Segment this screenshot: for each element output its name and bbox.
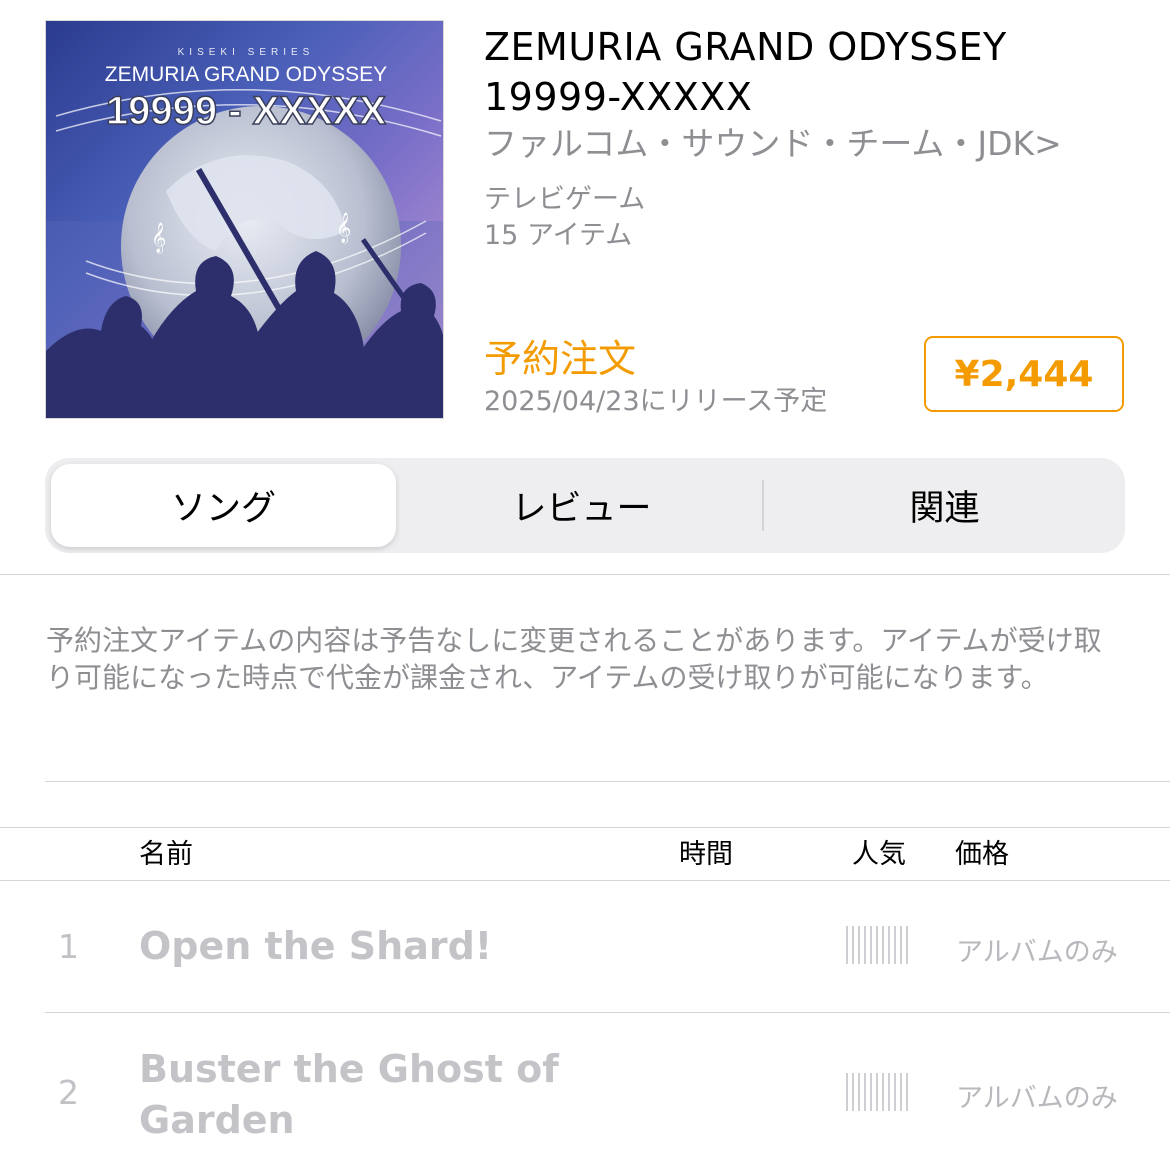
column-header-name[interactable]: 名前 [139,838,193,872]
column-header-time[interactable]: 時間 [679,838,733,872]
genre-label: テレビゲーム [484,184,646,215]
tab-songs[interactable]: ソング [51,464,396,547]
chevron-right-icon: > [1034,124,1062,163]
artist-link[interactable]: ファルコム・サウンド・チーム・JDK> [484,122,1062,166]
divider [0,827,1170,828]
tab-related[interactable]: 関連 [764,458,1125,553]
column-header-price[interactable]: 価格 [955,838,1009,872]
track-number: 1 [58,927,79,966]
divider [0,880,1170,881]
album-artwork-illustration: 𝄞 𝄞 KISEKI SERIES ZEMURIA GRAND ODYSSEY … [46,21,443,418]
track-number: 2 [58,1073,79,1112]
track-title: Buster the Ghost of Garden [139,1047,559,1142]
artwork-series-text: KISEKI SERIES [178,47,315,58]
svg-text:𝄞: 𝄞 [151,222,166,254]
divider [45,781,1170,782]
album-artwork[interactable]: 𝄞 𝄞 KISEKI SERIES ZEMURIA GRAND ODYSSEY … [45,20,444,419]
popularity-meter [846,926,910,964]
segmented-control: ソング レビュー 関連 [45,458,1125,553]
album-title-line1: ZEMURIA GRAND ODYSSEY [484,25,1007,69]
preorder-notice: 予約注文アイテムの内容は予告なしに変更されることがあります。アイテムが受け取り可… [46,624,1102,694]
album-title: ZEMURIA GRAND ODYSSEY 19999-XXXXX [484,22,1144,122]
price-button[interactable]: ¥2,444 [924,336,1124,412]
divider [0,574,1170,575]
artist-name: ファルコム・サウンド・チーム・JDK [484,124,1035,163]
album-title-line2: 19999-XXXXX [484,75,753,119]
track-title: Open the Shard! [139,924,493,968]
track-price: アルバムのみ [956,1083,1118,1114]
tab-reviews[interactable]: レビュー [401,458,762,553]
track-price: アルバムのみ [956,937,1118,968]
item-count: 15 アイテム [484,220,633,251]
artwork-title-text: ZEMURIA GRAND ODYSSEY [105,63,387,86]
release-date-note: 2025/04/23にリリース予定 [484,386,828,417]
preorder-label: 予約注文 [484,337,637,381]
column-header-popularity[interactable]: 人気 [852,838,906,872]
divider [45,1012,1170,1013]
popularity-meter [846,1073,910,1111]
svg-text:𝄞: 𝄞 [336,212,351,244]
artwork-number-text: 19999 - XXXXX [106,89,386,133]
